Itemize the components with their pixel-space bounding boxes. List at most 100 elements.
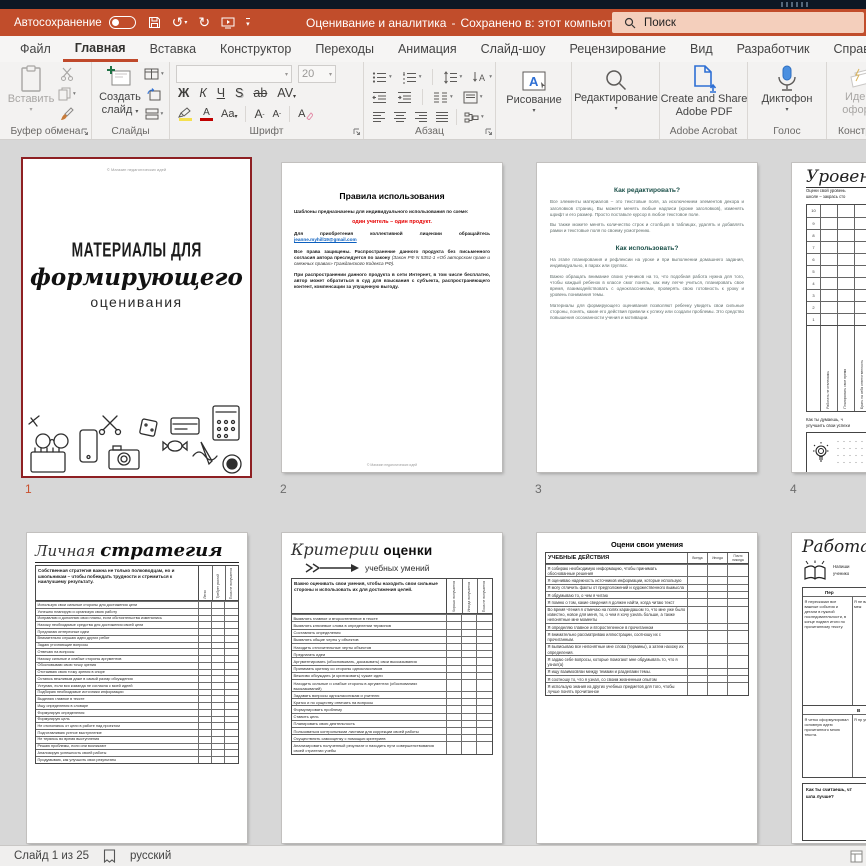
cut-button[interactable] — [58, 64, 76, 84]
increase-indent-button[interactable] — [397, 87, 412, 107]
chevron-down-icon: ▾ — [135, 108, 138, 115]
table-row: Подбираю необходимые источники информаци… — [36, 689, 238, 696]
justify-button[interactable] — [435, 107, 449, 127]
slide-counter[interactable]: Слайд 1 из 25 — [14, 850, 89, 862]
check-cell — [212, 643, 225, 649]
search-box[interactable]: Поиск — [612, 12, 864, 33]
strikethrough-button[interactable]: ab — [253, 86, 267, 100]
tab-slideshow[interactable]: Слайд-шоу — [469, 36, 558, 62]
align-left-button[interactable] — [372, 107, 386, 127]
align-right-button[interactable] — [414, 107, 428, 127]
column-label: Брать на себя ответственность — [861, 360, 865, 409]
grid-cell — [854, 254, 866, 265]
slide-thumbnail-3[interactable]: Как редактировать? Все элементы материал… — [537, 163, 757, 472]
text-direction-button[interactable]: A▾ — [472, 67, 492, 87]
check-cell — [688, 577, 708, 583]
paste-button[interactable]: Вставить ▾ — [8, 65, 54, 114]
slide-layout-button[interactable]: ▾ — [144, 64, 164, 84]
slide-thumbnail-4[interactable]: Уровень Оцени свой уровень школе – закра… — [792, 163, 866, 472]
decrease-indent-button[interactable] — [372, 87, 387, 107]
bold-button[interactable]: Ж — [178, 86, 189, 100]
font-size-combo[interactable]: 20▾ — [298, 65, 336, 83]
design-ideas-button[interactable]: Идеи д оформл — [833, 65, 866, 116]
font-dialog-launcher[interactable] — [353, 128, 361, 136]
start-slideshow-button[interactable] — [221, 17, 235, 29]
numbering-button[interactable]: ▾ — [402, 67, 422, 87]
group-clipboard: Вставить ▾ ▾ Буфер обмена — [0, 62, 92, 139]
tab-animations[interactable]: Анимация — [386, 36, 469, 62]
text-shadow-button[interactable]: S — [235, 86, 243, 100]
bullets-button[interactable]: ▾ — [372, 67, 392, 87]
shrink-font-button[interactable]: Аˇ — [273, 109, 282, 120]
change-case-button[interactable]: Aa▾ — [221, 108, 237, 120]
font-name-combo[interactable]: ▾ — [176, 65, 292, 83]
slide-thumbnail-2[interactable]: Правила использования Шаблоны предназнач… — [282, 163, 502, 472]
table-row: Анализировать полученный результат и нах… — [292, 741, 492, 753]
rating-row: 2 — [807, 301, 866, 313]
grid-cell — [837, 302, 854, 313]
criteria-cell: Я четко сформулировал основную идею проч… — [803, 715, 853, 777]
grid-cell — [837, 266, 854, 277]
check-cell — [477, 630, 492, 636]
save-button[interactable] — [148, 16, 161, 29]
slide-thumbnail-6[interactable]: Критерииоценки учебных умений Важно оцен… — [282, 533, 502, 843]
slide3-paragraph: Материалы для формирующего оценивания по… — [550, 303, 744, 322]
tab-insert[interactable]: Вставка — [138, 36, 208, 62]
tab-home[interactable]: Главная — [63, 36, 138, 62]
drawing-button[interactable]: A Рисование ▾ — [504, 68, 564, 115]
create-adobe-pdf-button[interactable]: Create and Share Adobe PDF — [660, 65, 748, 118]
smartart-convert-button[interactable]: ▾ — [464, 107, 484, 127]
copy-button[interactable]: ▾ — [58, 84, 76, 104]
format-painter-button[interactable] — [58, 104, 76, 124]
line-spacing-button[interactable]: ▾ — [443, 67, 463, 87]
autosave-toggle[interactable] — [109, 16, 136, 29]
character-spacing-button[interactable]: AV▾ — [277, 86, 296, 100]
table-row: Во время чтения я отмечаю на полях каран… — [546, 606, 748, 624]
highlight-color-button[interactable] — [178, 107, 192, 121]
clipboard-dialog-launcher[interactable] — [81, 128, 89, 136]
dictate-button[interactable]: Диктофон ▾ — [756, 65, 818, 114]
underline-button[interactable]: Ч — [217, 86, 225, 100]
new-slide-button[interactable]: Создать слайд ▾ — [96, 65, 144, 116]
grow-font-button[interactable]: Аˆ — [254, 107, 264, 121]
slide-thumbnail-8[interactable]: Работа Напиши ученико Пер Я пересказал в… — [792, 533, 866, 843]
slide-thumbnail-5[interactable]: Личнаястратегия Собственная стратегия ва… — [27, 533, 247, 843]
language-indicator[interactable]: русский — [130, 850, 171, 862]
tab-file[interactable]: Файл — [8, 36, 63, 62]
tab-design[interactable]: Конструктор — [208, 36, 303, 62]
view-button[interactable] — [850, 850, 863, 863]
check-cell — [199, 636, 212, 642]
qat-customize-button[interactable]: ▾ — [246, 18, 250, 28]
row-label: Осуществлять самооценку с помощью критер… — [292, 735, 447, 741]
paragraph-dialog-launcher[interactable] — [485, 128, 493, 136]
chevron-down-icon: ▾ — [450, 94, 453, 100]
text-direction-icon: A — [472, 71, 487, 84]
slide-thumbnail-7[interactable]: Оцени свои умения УЧЕБНЫЕ ДЕЙСТВИЯ Всегд… — [537, 533, 757, 843]
section-button[interactable]: ▾ — [144, 104, 164, 124]
align-center-button[interactable] — [393, 107, 407, 127]
font-color-button[interactable]: А — [200, 108, 213, 121]
undo-button[interactable]: ↺▾ — [172, 16, 188, 30]
slide-thumbnail-1[interactable]: © Магазин педагогических идей МАТЕРИАЛЫ … — [25, 161, 248, 474]
tab-help[interactable]: Справка — [822, 36, 866, 62]
columns-button[interactable]: ▾ — [433, 87, 453, 107]
table-row: Задавать вопросы одноклассникам и учител… — [292, 691, 492, 698]
align-text-button[interactable]: ▾ — [463, 87, 483, 107]
editing-button[interactable]: Редактирование ▾ — [576, 68, 656, 113]
tab-review[interactable]: Рецензирование — [557, 36, 678, 62]
check-cell — [199, 683, 212, 689]
redo-button[interactable]: ↻ — [198, 16, 210, 30]
column-header-cell: Иногда получается — [462, 579, 477, 613]
notes-button[interactable] — [103, 849, 116, 863]
scale-number: 9 — [807, 218, 820, 229]
tab-developer[interactable]: Разработчик — [725, 36, 822, 62]
tab-transitions[interactable]: Переходы — [303, 36, 386, 62]
reset-slide-button[interactable] — [144, 84, 164, 104]
italic-button[interactable]: К — [199, 86, 206, 100]
chevron-down-icon: ▾ — [234, 113, 237, 120]
tab-view[interactable]: Вид — [678, 36, 725, 62]
check-cell — [225, 602, 238, 608]
clear-formatting-button[interactable]: А — [298, 108, 312, 120]
document-title[interactable]: Оценивание и аналитика - Сохранено в: эт… — [306, 9, 635, 36]
chevron-down-icon: ▾ — [460, 74, 463, 80]
